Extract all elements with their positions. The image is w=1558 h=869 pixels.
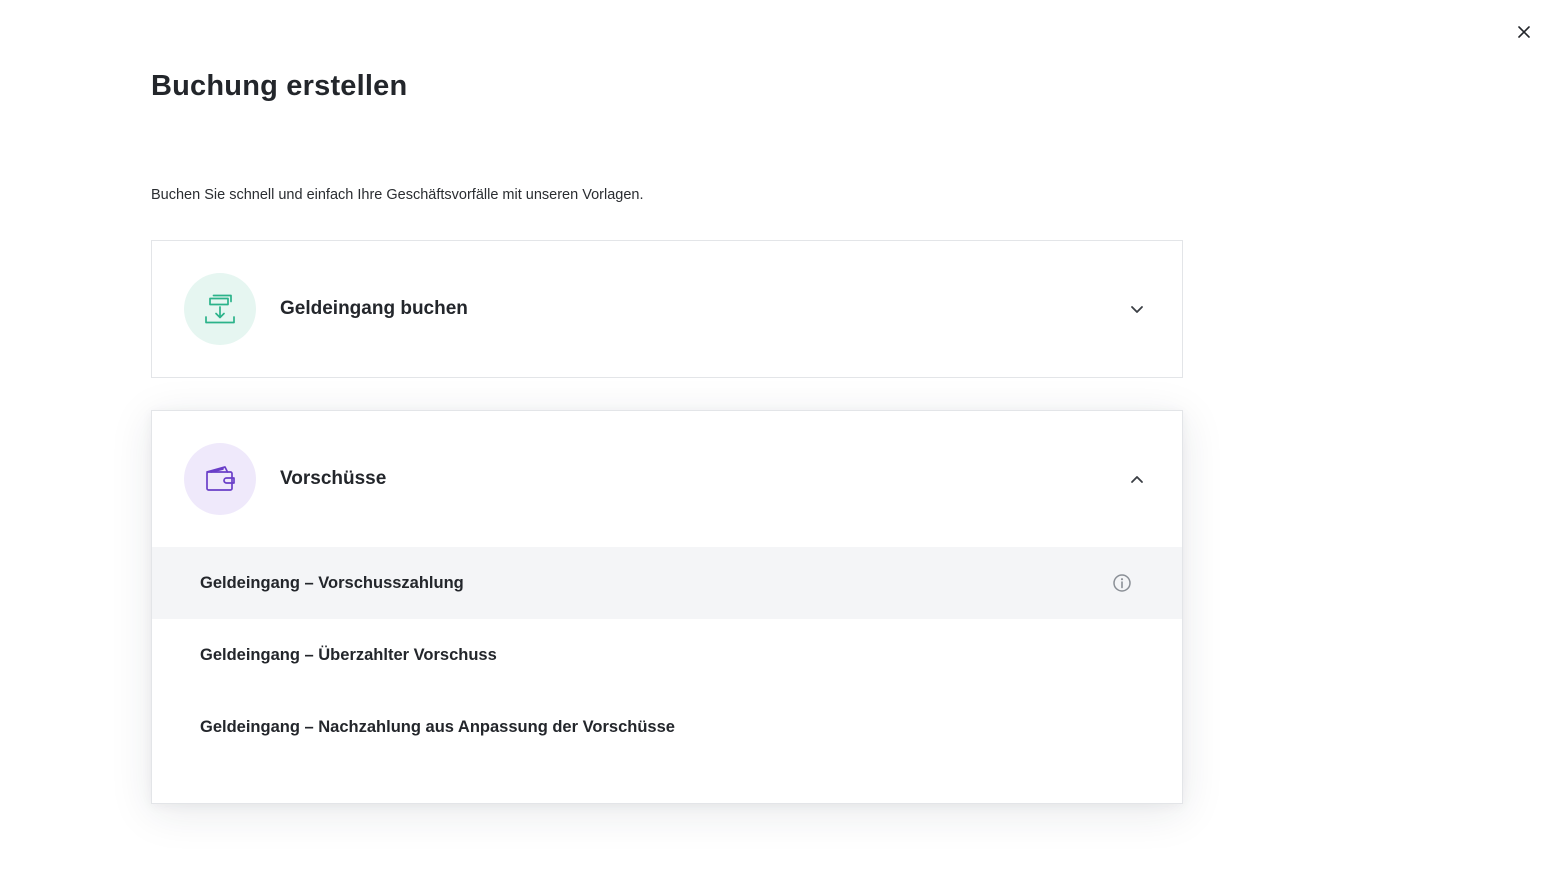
template-item-overpaid-advance[interactable]: Geldeingang – Überzahlter Vorschuss [152,619,1182,691]
template-item-label: Geldeingang – Überzahlter Vorschuss [200,645,497,664]
section-money-in: Geldeingang buchen [151,240,1183,378]
template-item-advance-payment[interactable]: Geldeingang – Vorschusszahlung [152,547,1182,619]
template-item-additional-payment[interactable]: Geldeingang – Nachzahlung aus Anpassung … [152,691,1182,763]
create-booking-dialog: Buchung erstellen Buchen Sie schnell und… [0,0,1558,869]
page-title: Buchung erstellen [151,70,408,102]
intro-text: Buchen Sie schnell und einfach Ihre Gesc… [151,187,644,203]
section-advances: Vorschüsse Geldeingang – Vorschusszahlun… [151,410,1183,804]
close-button[interactable] [1512,20,1536,44]
wallet-icon [206,466,235,491]
close-icon [1518,26,1530,38]
section-title: Vorschüsse [280,468,387,489]
money-in-icon [205,294,235,324]
section-header-advances[interactable]: Vorschüsse [152,411,1182,547]
chevron-down-icon[interactable] [1128,300,1146,318]
info-icon[interactable] [1112,573,1132,593]
template-item-label: Geldeingang – Nachzahlung aus Anpassung … [200,717,675,736]
section-header-money-in[interactable]: Geldeingang buchen [152,241,1182,377]
template-item-label: Geldeingang – Vorschusszahlung [200,573,464,592]
template-list: Geldeingang – Vorschusszahlung Geldeinga… [152,547,1182,763]
chevron-up-icon[interactable] [1128,470,1146,488]
section-icon-wrapper [184,443,256,515]
section-icon-wrapper [184,273,256,345]
section-title: Geldeingang buchen [280,298,468,319]
